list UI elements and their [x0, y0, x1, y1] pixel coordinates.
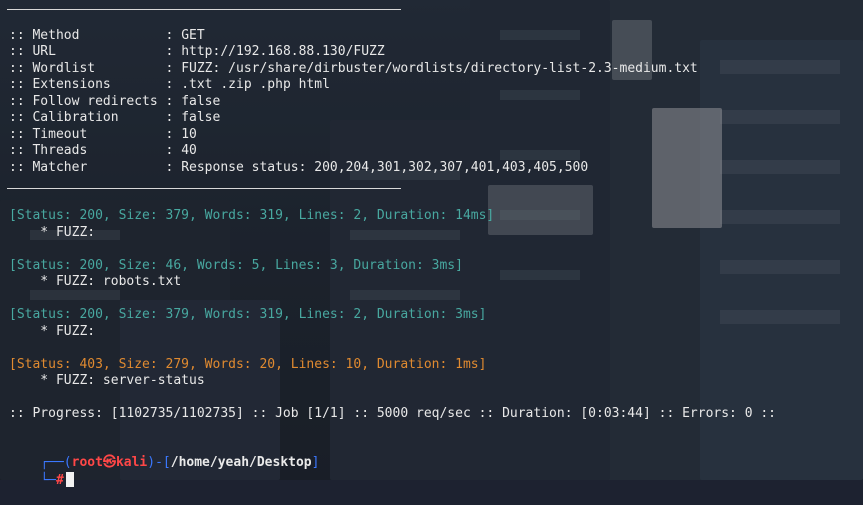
- config-row-follow-redirects: :: Follow redirects : false: [9, 94, 221, 109]
- progress-line: :: Progress: [1102735/1102735] :: Job [1…: [9, 406, 777, 421]
- config-row-timeout: :: Timeout : 10: [9, 127, 197, 142]
- config-row-wordlist: :: Wordlist : FUZZ: /usr/share/dirbuster…: [9, 61, 698, 76]
- config-row-method: :: Method : GET: [9, 28, 205, 43]
- result-fuzz-line: * FUZZ:: [9, 324, 103, 339]
- prompt-frame-mid: )-[: [147, 455, 171, 470]
- prompt-hash: #: [55, 473, 64, 488]
- top-separator: [7, 9, 401, 10]
- config-row-extensions: :: Extensions : .txt .zip .php html: [9, 77, 330, 92]
- prompt-at-icon: ㉿: [102, 455, 116, 470]
- config-row-calibration: :: Calibration : false: [9, 110, 221, 125]
- result-status-line: [Status: 403, Size: 279, Words: 20, Line…: [9, 357, 487, 372]
- prompt-user: root: [71, 455, 103, 470]
- result-fuzz-line: * FUZZ: server-status: [9, 373, 205, 388]
- result-fuzz-line: * FUZZ: robots.txt: [9, 274, 182, 289]
- terminal-window[interactable]: :: Method : GET :: URL : http://192.168.…: [0, 0, 863, 488]
- result-status-line: [Status: 200, Size: 46, Words: 5, Lines:…: [9, 258, 463, 273]
- result-status-line: [Status: 200, Size: 379, Words: 319, Lin…: [9, 307, 487, 322]
- prompt-host: kali: [115, 455, 148, 470]
- shell-prompt-input[interactable]: └─#: [9, 456, 74, 505]
- prompt-path: /home/yeah/Desktop: [170, 455, 312, 470]
- prompt-frame-bottom: └─: [40, 473, 56, 488]
- prompt-frame-close: ]: [311, 455, 320, 470]
- config-row-threads: :: Threads : 40: [9, 143, 197, 158]
- result-status-line: [Status: 200, Size: 379, Words: 319, Lin…: [9, 208, 495, 223]
- config-row-url: :: URL : http://192.168.88.130/FUZZ: [9, 44, 385, 59]
- bottom-separator: [7, 188, 401, 189]
- config-row-matcher: :: Matcher : Response status: 200,204,30…: [9, 160, 589, 175]
- result-fuzz-line: * FUZZ:: [9, 225, 103, 240]
